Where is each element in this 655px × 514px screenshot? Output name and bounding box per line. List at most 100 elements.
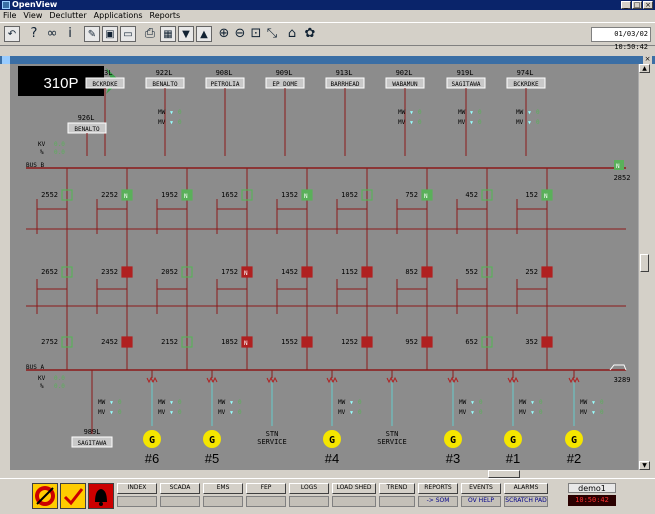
horizontal-scroll-thumb[interactable] xyxy=(488,470,520,478)
horizontal-scrollbar[interactable] xyxy=(10,470,638,478)
nav-scratch-pad-button[interactable]: SCRATCH PAD xyxy=(504,496,548,507)
gen-mv-value: 0 xyxy=(479,409,483,416)
nav-fep-button[interactable]: FEP xyxy=(246,483,286,494)
feeder-id-label: 909L xyxy=(276,69,293,77)
nav-reports-button[interactable]: REPORTS xyxy=(418,483,458,494)
nav-sub-blank-6[interactable] xyxy=(332,496,376,507)
pct-label-top: % xyxy=(40,149,44,156)
nav-sub-blank-4[interactable] xyxy=(246,496,286,507)
nav-som-button[interactable]: -> SOM xyxy=(418,496,458,507)
gen-mv-label: MV xyxy=(338,409,346,416)
menu-file[interactable]: File xyxy=(3,10,16,22)
mv-arrow-icon: ▼ xyxy=(170,120,173,126)
zoom-out-icon[interactable]: ⊖ xyxy=(232,26,248,42)
nav-logs-button[interactable]: LOGS xyxy=(289,483,329,494)
nav-sub-blank-1[interactable] xyxy=(117,496,157,507)
breaker-status[interactable] xyxy=(301,266,313,278)
breaker-status[interactable] xyxy=(541,336,553,348)
nav-sub-blank-7[interactable] xyxy=(379,496,415,507)
acknowledge-check-icon[interactable] xyxy=(60,483,86,509)
breaker-status[interactable] xyxy=(121,336,133,348)
breaker-label: 1252 xyxy=(341,338,358,346)
home-icon[interactable]: ⌂ xyxy=(284,26,300,42)
gen-mw-arrow-icon: ▼ xyxy=(350,400,353,406)
breaker-label: 352 xyxy=(525,338,538,346)
vertical-scroll-thumb[interactable] xyxy=(640,254,649,272)
mv-arrow-icon: ▼ xyxy=(410,120,413,126)
maximize-button[interactable]: □ xyxy=(632,1,642,9)
nav-ov-help-button[interactable]: OV HELP xyxy=(461,496,501,507)
binoculars-icon[interactable]: ∞ xyxy=(44,26,60,42)
menu-view[interactable]: View xyxy=(23,10,42,22)
breaker-status[interactable] xyxy=(361,336,373,348)
breaker-label: 2652 xyxy=(41,268,58,276)
breaker-status[interactable] xyxy=(421,266,433,278)
nav-load-shed-button[interactable]: LOAD SHED xyxy=(332,483,376,494)
breaker-status[interactable] xyxy=(301,336,313,348)
breaker-label: 152 xyxy=(525,191,538,199)
generator-number: #2 xyxy=(567,451,581,466)
breaker-status[interactable] xyxy=(421,336,433,348)
close-button[interactable]: × xyxy=(643,1,653,9)
nav-events-button[interactable]: EVENTS xyxy=(461,483,501,494)
mw-value: 0 xyxy=(478,109,482,116)
nav-sub-blank-2[interactable] xyxy=(160,496,200,507)
generator-symbol: G xyxy=(149,435,155,446)
print-icon[interactable]: ⎙ xyxy=(142,26,158,42)
window-down-icon[interactable]: ▼ xyxy=(178,26,194,42)
feeder-989-mw-label: MW xyxy=(98,399,106,406)
scroll-up-button[interactable]: ▲ xyxy=(639,64,650,73)
camera-icon[interactable]: ▣ xyxy=(102,26,118,42)
feeder-926-id: 926L xyxy=(78,114,95,122)
grid-icon[interactable]: ▦ xyxy=(160,26,176,42)
transformer-icon xyxy=(386,376,398,384)
pan-icon[interactable]: ⤡ xyxy=(264,26,280,42)
zoom-fit-icon[interactable]: ⊡ xyxy=(248,26,264,42)
kv-value-top: 0.0 xyxy=(54,141,65,148)
mv-label: MV xyxy=(458,119,466,126)
nav-trend-button[interactable]: TREND xyxy=(379,483,415,494)
menu-applications[interactable]: Applications xyxy=(94,10,143,22)
gen-mw-arrow-icon: ▼ xyxy=(230,400,233,406)
breaker-label: 2352 xyxy=(101,268,118,276)
window-up-icon[interactable]: ▲ xyxy=(196,26,212,42)
breaker-n-flag: N xyxy=(304,193,308,200)
breaker-label: 452 xyxy=(465,191,478,199)
breaker-label: 2452 xyxy=(101,338,118,346)
window-title: OpenView xyxy=(12,0,58,9)
display-close-button[interactable]: × xyxy=(643,55,652,64)
breaker-status[interactable] xyxy=(541,266,553,278)
help-icon[interactable]: ? xyxy=(26,26,42,42)
vertical-scrollbar[interactable]: ▲ ▼ xyxy=(638,64,650,470)
app-icon xyxy=(2,1,10,9)
menu-reports[interactable]: Reports xyxy=(150,10,181,22)
menu-declutter[interactable]: Declutter xyxy=(49,10,86,22)
breaker-status[interactable] xyxy=(121,266,133,278)
nav-index-button[interactable]: INDEX xyxy=(117,483,157,494)
transformer-icon xyxy=(568,376,580,384)
breaker-label: 1852 xyxy=(221,338,238,346)
nav-scada-button[interactable]: SCADA xyxy=(160,483,200,494)
breaker-label: 552 xyxy=(465,268,478,276)
nav-ems-button[interactable]: EMS xyxy=(203,483,243,494)
settings-icon[interactable]: ✿ xyxy=(302,26,318,42)
minimize-button[interactable]: _ xyxy=(621,1,631,9)
info-icon[interactable]: i xyxy=(62,26,78,42)
back-icon[interactable]: ↶ xyxy=(4,26,20,42)
zoom-in-icon[interactable]: ⊕ xyxy=(216,26,232,42)
nav-sub-blank-3[interactable] xyxy=(203,496,243,507)
breaker-status[interactable] xyxy=(361,266,373,278)
nav-alarms-button[interactable]: ALARMS xyxy=(504,483,548,494)
nav-sub-blank-5[interactable] xyxy=(289,496,329,507)
scroll-down-button[interactable]: ▼ xyxy=(639,461,650,470)
feeder-dest-label: BCKRDKE xyxy=(92,81,118,88)
alarm-bell-icon[interactable] xyxy=(88,483,114,509)
mv-arrow-icon: ▼ xyxy=(470,120,473,126)
generator-number: #3 xyxy=(446,451,460,466)
display-titlebar: × xyxy=(0,55,655,64)
breaker-n-flag: N xyxy=(544,193,548,200)
alarm-silence-icon[interactable] xyxy=(32,483,58,509)
gen-mv-arrow-icon: ▼ xyxy=(592,410,595,416)
edit-icon[interactable]: ✎ xyxy=(84,26,100,42)
folder-icon[interactable]: ▭ xyxy=(120,26,136,42)
